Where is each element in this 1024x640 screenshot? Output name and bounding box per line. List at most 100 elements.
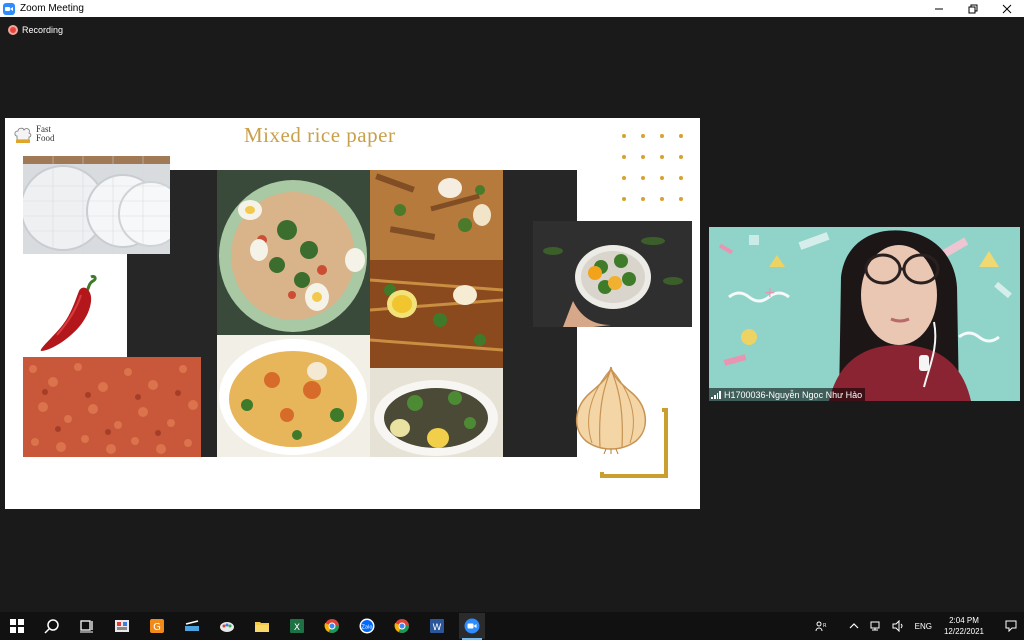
app-icon [115,620,129,632]
recording-icon [8,25,18,35]
decorative-dot [622,134,626,138]
connection-signal-icon [711,390,721,399]
taskbar-chrome-2[interactable] [389,613,415,639]
close-button[interactable] [990,0,1024,17]
recording-indicator[interactable]: Recording [8,25,63,35]
restore-icon [968,4,978,13]
network-icon [870,621,880,631]
gold-corner-decoration [600,408,668,478]
logo-line-2: Food [36,133,55,143]
zalo-label: Zalo [362,625,373,631]
volume-tray-button[interactable] [890,618,906,634]
scanner-icon [185,620,199,631]
recording-label: Recording [22,25,64,35]
input-language-indicator[interactable]: ENG [915,622,932,631]
taskbar-app-2[interactable]: G [144,613,170,639]
zoom-meeting-window: Zoom Meeting Recording Fast Food Mixed r… [0,0,1024,640]
participant-video: + [709,227,1020,401]
decorative-dot [622,197,626,201]
clock-date: 12/22/2021 [943,627,985,636]
taskbar-app-1[interactable] [109,613,135,639]
excel-icon: X [290,619,304,633]
taskbar-chrome-1[interactable] [319,613,345,639]
fast-food-logo: Fast Food [13,125,55,145]
svg-text:W: W [433,623,442,633]
paint-icon [220,622,234,632]
taskbar-file-explorer[interactable] [249,613,275,639]
mixed-rice-paper-bowl-photo [217,170,370,335]
zoom-app-icon [3,2,15,15]
participant-name: H1700036-Nguyễn Ngọc Như Hảo [724,389,863,400]
chrome-icon [324,619,339,633]
search-icon [44,619,59,634]
zoom-icon [464,618,480,634]
decorative-dot [622,155,626,159]
decorative-dots [622,134,688,220]
decorative-dot [641,134,645,138]
rice-paper-plate-photo [217,335,370,457]
volume-icon [892,620,903,632]
chili-pepper-image [35,273,99,355]
windows-start-icon [10,619,24,633]
minimize-icon [935,8,943,9]
svg-text:G: G [153,622,161,633]
rice-paper-salad-top-photo [370,170,503,260]
action-center-button[interactable] [998,612,1024,640]
file-explorer-icon [255,622,269,632]
task-view-button[interactable] [74,613,100,639]
title-bar: Zoom Meeting [0,0,1024,17]
window-controls [922,0,1024,17]
taskbar-excel[interactable]: X [284,613,310,639]
decorative-dot [641,155,645,159]
taskbar-zalo[interactable]: Zalo [354,613,380,639]
close-icon [1002,4,1012,13]
decorative-dot [660,134,664,138]
people-tray-button[interactable]: R [813,618,829,634]
decorative-dot [641,197,645,201]
decorative-dot [641,176,645,180]
word-icon: W [430,619,444,633]
shared-screen-slide: Fast Food Mixed rice paper [5,118,700,509]
rice-paper-photo [23,156,170,254]
clock-time: 2:04 PM [949,616,979,625]
decorative-dot [679,176,683,180]
taskbar-scanner[interactable] [179,613,205,639]
taskbar-zoom[interactable] [459,613,485,640]
chevron-up-icon [849,623,859,629]
dried-shrimp-photo [23,357,201,457]
decorative-dot [660,197,664,201]
svg-text:X: X [294,623,300,633]
window-title: Zoom Meeting [20,3,84,14]
system-tray: R ENG 2:04 PM 12/22/2021 [810,612,1024,640]
rice-paper-eggs-photo [370,260,503,368]
start-button[interactable] [4,613,30,639]
decorative-dot [660,176,664,180]
people-icon: R [815,621,827,632]
task-view-icon [80,620,93,633]
chrome-icon [394,619,409,633]
search-button[interactable] [39,613,65,639]
rice-paper-bowl-eggs-photo [370,368,503,457]
minimize-button[interactable] [922,0,956,17]
restore-button[interactable] [956,0,990,17]
network-tray-button[interactable] [868,618,884,634]
app-icon: G [150,619,164,633]
taskbar-clock[interactable]: 2:04 PM 12/22/2021 [938,615,990,637]
show-hidden-icons-button[interactable] [846,618,862,634]
decorative-dot [679,155,683,159]
taskbar-word[interactable]: W [424,613,450,639]
chef-hat-icon [14,127,32,143]
svg-text:+: + [764,285,776,301]
participant-video-tile[interactable]: + H1700036-Nguyễn Ngọc Như Hảo [709,227,1020,401]
decorative-dot [679,197,683,201]
svg-text:R: R [823,623,827,629]
taskbar-paint[interactable] [214,613,240,639]
notification-icon [1005,620,1017,632]
windows-taskbar: G X Zalo W R ENG 2:04 PM 12/22/2021 [0,612,1024,640]
zalo-icon: Zalo [359,618,375,634]
decorative-dot [679,134,683,138]
kumquat-bowl-photo [533,221,692,327]
decorative-dot [622,176,626,180]
participant-name-bar: H1700036-Nguyễn Ngọc Như Hảo [709,388,866,401]
slide-title: Mixed rice paper [244,123,396,147]
